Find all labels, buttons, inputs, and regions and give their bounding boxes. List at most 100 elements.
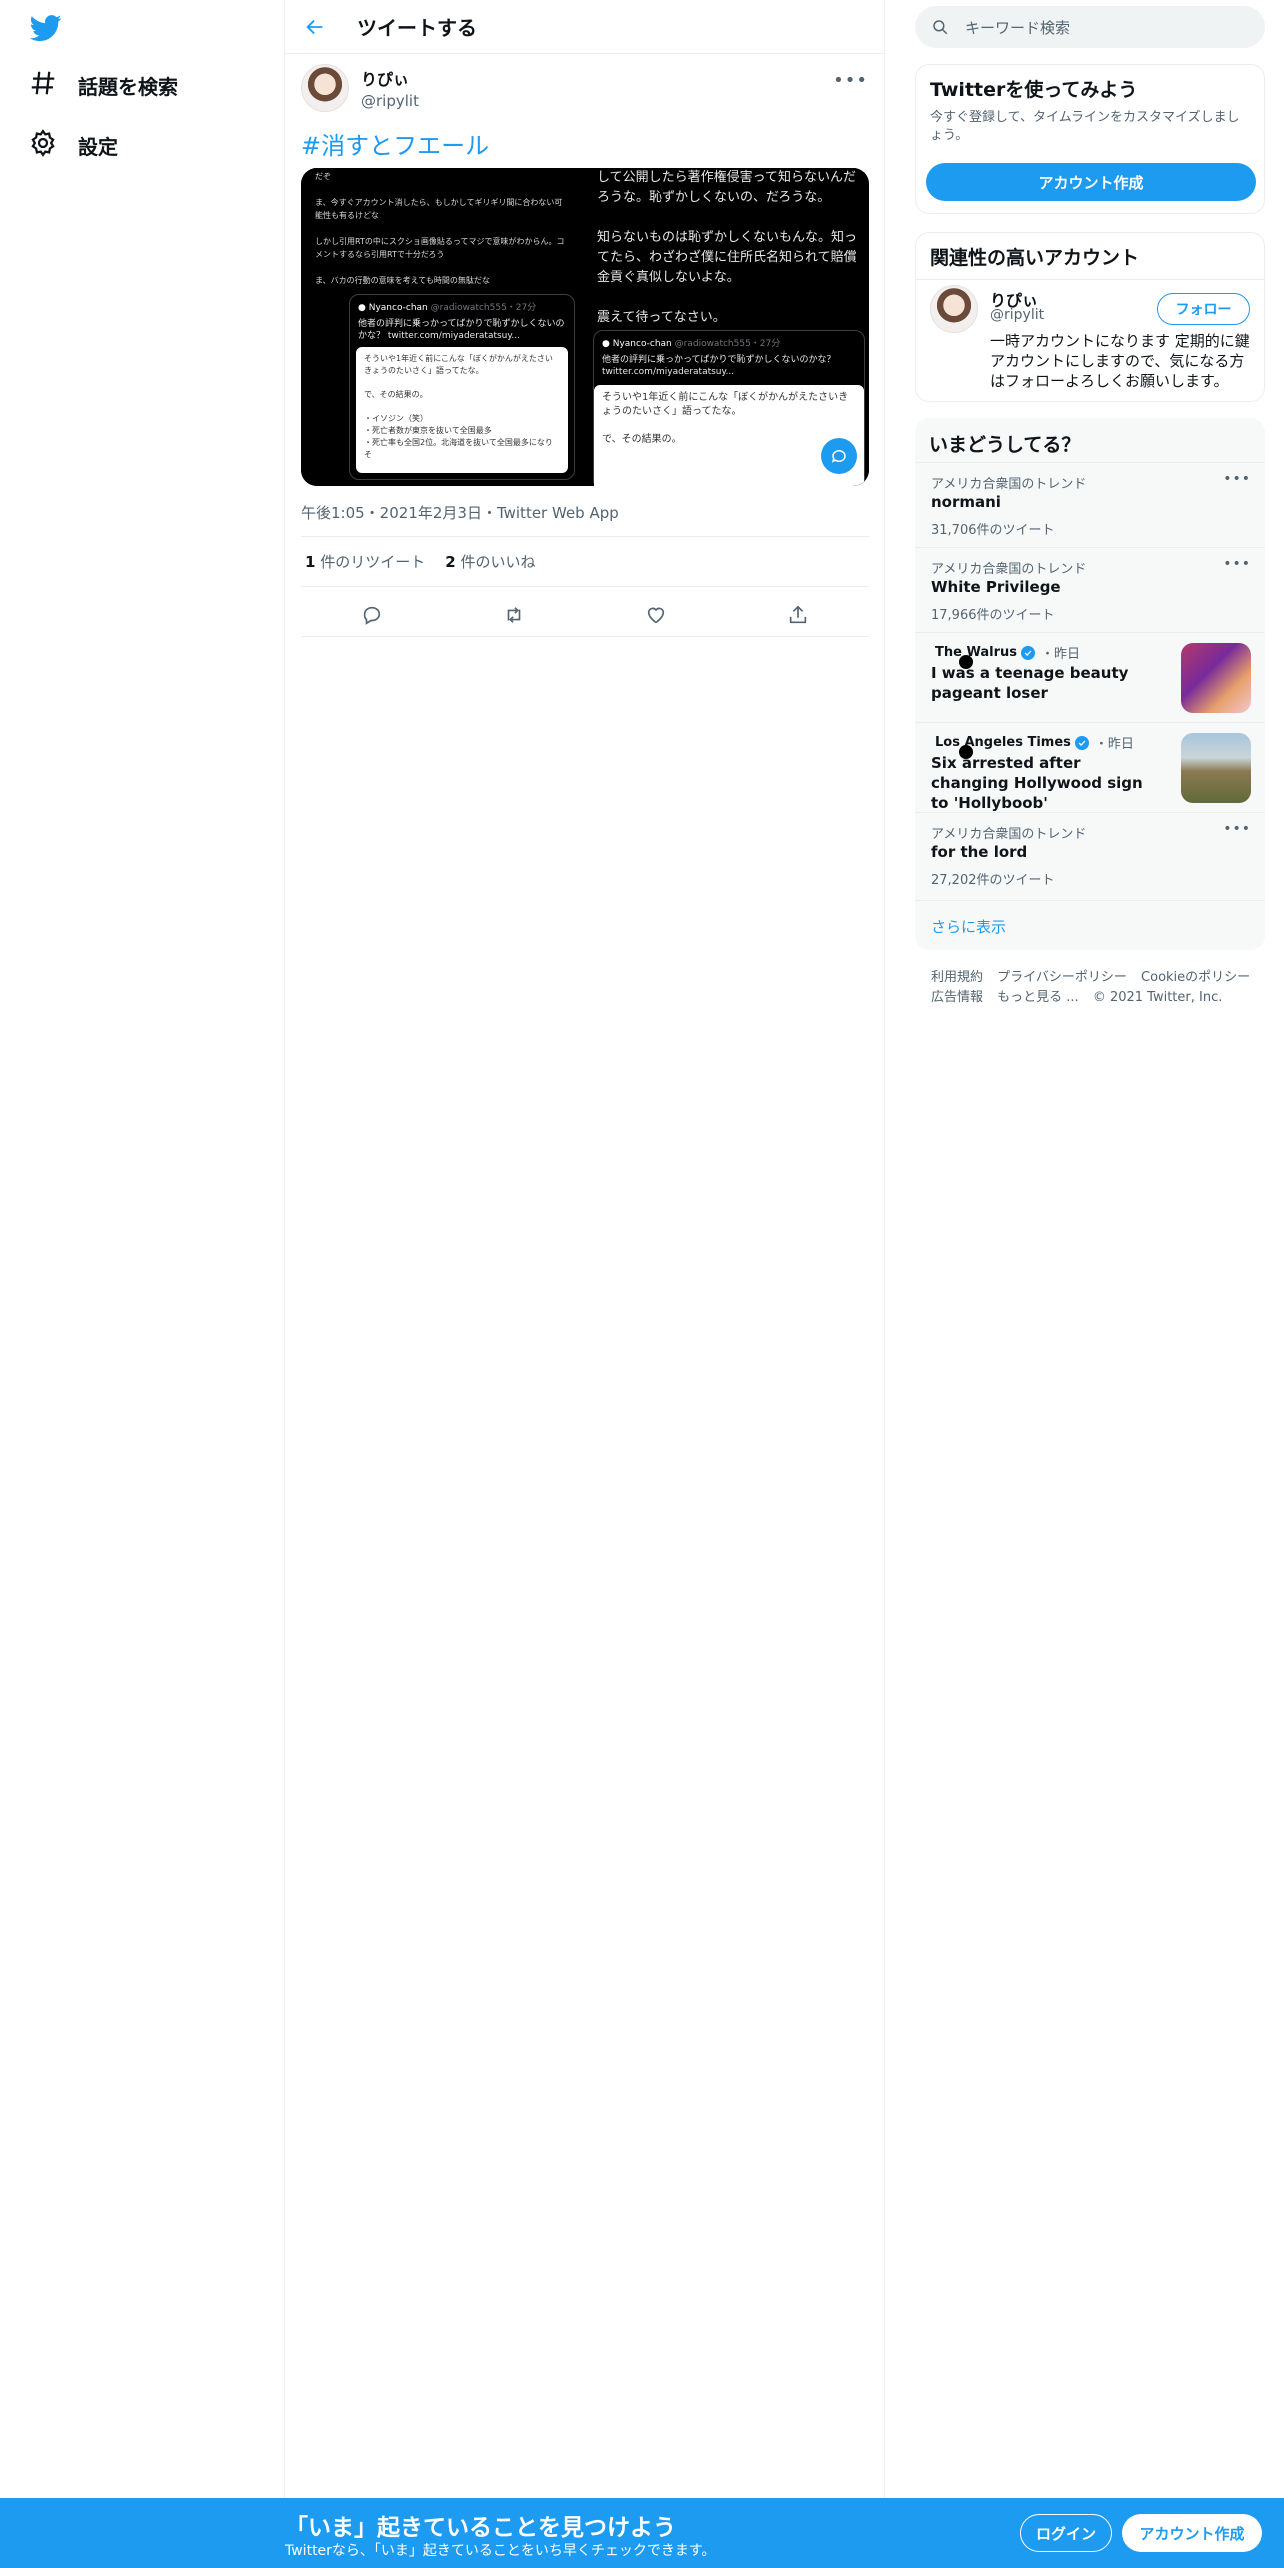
media-left-inner-text: そういや1年近く前にこんな「ぼくがかんがえたさいきょうのたいさく」語ってたな。 … — [356, 347, 568, 473]
news-source: The Walrus — [935, 645, 1017, 660]
tweet-header: ツイートする — [285, 0, 884, 54]
search-input[interactable]: キーワード検索 — [965, 17, 1070, 38]
tweet-stats: 1 件のリツイート 2 件のいいね — [305, 551, 535, 572]
likes-count: 2 — [445, 553, 456, 571]
divider — [915, 900, 1265, 901]
tweet-hashtag[interactable]: #消すとフエール — [301, 126, 489, 161]
nav-settings[interactable]: 設定 — [28, 120, 118, 170]
media-image-right[interactable]: して公開したら著作権侵害って知らないんだろうな。恥ずかしくないの、だろうな。 知… — [587, 168, 869, 486]
avatar[interactable] — [930, 285, 978, 333]
show-more-link[interactable]: さらに表示 — [931, 916, 1006, 937]
media-right-quote-handle: @radiowatch555・27分 — [674, 339, 781, 349]
media-right-text: して公開したら著作権侵害って知らないんだろうな。恥ずかしくないの、だろうな。 知… — [597, 170, 858, 325]
divider — [301, 586, 869, 587]
nav-explore[interactable]: 話題を検索 — [28, 60, 178, 110]
likes-label: 件のいいね — [460, 553, 536, 571]
trend-name: normani — [931, 493, 1001, 511]
related-handle[interactable]: @ripylit — [990, 307, 1044, 323]
related-title: 関連性の高いアカウント — [930, 247, 1140, 269]
gear-icon — [28, 128, 58, 162]
trend-count: 17,966件のツイート — [931, 608, 1055, 623]
bottom-signup-bar: 「いま」起きていることを見つけよう Twitterなら、「いま」起きていることを… — [0, 2498, 1284, 2568]
media-right-quote-name: Nyanco-chan — [612, 339, 672, 349]
likes-stat[interactable]: 2 件のいいね — [445, 551, 535, 572]
news-item[interactable]: Los Angeles Times ・昨日 Six arrested after… — [915, 722, 1265, 812]
page-title: ツイートする — [357, 16, 477, 40]
quote-avatar-icon: ● — [358, 303, 366, 313]
footer-link-privacy[interactable]: プライバシーポリシー — [997, 970, 1127, 985]
news-time: ・昨日 — [1040, 647, 1080, 662]
trend-name: for the lord — [931, 843, 1028, 861]
news-item[interactable]: The Walrus ・昨日 I was a teenage beauty pa… — [915, 632, 1265, 722]
retweets-stat[interactable]: 1 件のリツイート — [305, 551, 425, 572]
footer: 利用規約 プライバシーポリシー Cookieのポリシー 広告情報 もっと見る .… — [931, 968, 1261, 1008]
tweet-author[interactable]: りぴぃ @ripylit — [301, 64, 419, 112]
trend-item[interactable]: アメリカ合衆国のトレンド for the lord 27,202件のツイート •… — [915, 812, 1265, 900]
footer-link-more[interactable]: もっと見る ... — [997, 990, 1079, 1005]
retweets-count: 1 — [305, 553, 316, 571]
trend-count: 31,706件のツイート — [931, 523, 1055, 538]
more-options-icon[interactable]: ••• — [833, 70, 868, 91]
like-button[interactable] — [639, 598, 673, 632]
author-display-name[interactable]: りぴぃ — [361, 66, 419, 90]
retweets-label: 件のリツイート — [320, 553, 426, 571]
back-button[interactable] — [295, 7, 335, 47]
tweet-media[interactable]: だぞ ま、今すぐアカウント消したら、もしかしてギリギリ間に合わない可能性も有るけ… — [301, 168, 869, 486]
speech-bubble-icon[interactable] — [821, 438, 857, 474]
verified-badge-icon — [1074, 735, 1089, 750]
share-button[interactable] — [781, 598, 815, 632]
bottom-bar-headline: 「いま」起きていることを見つけよう — [285, 2515, 676, 2541]
trend-item[interactable]: アメリカ合衆国のトレンド White Privilege 17,966件のツイー… — [915, 547, 1265, 632]
twitter-logo-icon[interactable] — [28, 12, 64, 44]
retweet-button[interactable] — [497, 598, 531, 632]
more-options-icon[interactable]: ••• — [1223, 471, 1251, 487]
media-left-quote-text: 他者の評判に乗っかってばかりで恥ずかしくないのかな？ twitter.com/m… — [358, 319, 565, 341]
tweet-actions — [301, 598, 869, 632]
trends-title: いまどうしてる？ — [929, 434, 1081, 456]
search-icon — [933, 20, 948, 35]
nav-settings-label: 設定 — [78, 134, 118, 159]
more-options-icon[interactable]: ••• — [1223, 556, 1251, 572]
media-image-left[interactable]: だぞ ま、今すぐアカウント消したら、もしかしてギリギリ間に合わない可能性も有るけ… — [301, 168, 583, 486]
login-button[interactable]: ログイン — [1020, 2514, 1112, 2552]
nav-explore-label: 話題を検索 — [78, 74, 178, 99]
follow-button[interactable]: フォロー — [1157, 293, 1250, 325]
signup-button[interactable]: アカウント作成 — [1122, 2514, 1262, 2552]
media-left-text: だぞ ま、今すぐアカウント消したら、もしかしてギリギリ間に合わない可能性も有るけ… — [315, 172, 565, 285]
media-left-quote-name: Nyanco-chan — [368, 303, 428, 313]
related-bio: 一時アカウントになります 定期的に鍵アカウントにしますので、気になる方はフォロー… — [990, 332, 1250, 390]
more-options-icon[interactable]: ••• — [1223, 821, 1251, 837]
search-box[interactable]: キーワード検索 — [915, 6, 1265, 48]
media-right-quote-text: 他者の評判に乗っかってばかりで恥ずかしくないのかな？ twitter.com/m… — [602, 355, 836, 377]
create-account-button[interactable]: アカウント作成 — [926, 163, 1256, 201]
reply-button[interactable] — [355, 598, 389, 632]
news-source: Los Angeles Times — [935, 735, 1071, 750]
share-icon — [789, 605, 807, 624]
news-headline: I was a teenage beauty pageant loser — [931, 664, 1129, 702]
footer-copyright: © 2021 Twitter, Inc. — [1092, 990, 1223, 1005]
footer-link-cookies[interactable]: Cookieのポリシー — [1141, 970, 1250, 985]
news-headline: Six arrested after changing Hollywood si… — [931, 754, 1143, 812]
related-accounts-panel: 関連性の高いアカウント りぴぃ @ripylit フォロー 一時アカウントになり… — [915, 232, 1265, 402]
footer-link-terms[interactable]: 利用規約 — [931, 970, 983, 985]
news-thumbnail — [1181, 733, 1251, 803]
verified-badge-icon — [1020, 645, 1035, 660]
reply-icon — [363, 606, 381, 625]
author-handle[interactable]: @ripylit — [361, 92, 419, 110]
divider — [916, 279, 1264, 280]
signup-title: Twitterを使ってみよう — [930, 79, 1138, 101]
trend-item[interactable]: アメリカ合衆国のトレンド normani 31,706件のツイート ••• — [915, 462, 1265, 547]
arrow-left-icon — [306, 19, 323, 34]
retweet-icon — [507, 607, 521, 623]
signup-panel: Twitterを使ってみよう 今すぐ登録して、タイムラインをカスタマイズしましょ… — [915, 64, 1265, 214]
trend-category: アメリカ合衆国のトレンド — [931, 562, 1087, 577]
tweet-timestamp[interactable]: 午後1:05・2021年2月3日・Twitter Web App — [301, 502, 619, 523]
heart-icon — [647, 607, 665, 624]
tweet-column: ツイートする りぴぃ @ripylit ••• #消すとフエール だぞ ま、今す… — [285, 0, 885, 2498]
avatar[interactable] — [301, 64, 349, 112]
footer-link-ads[interactable]: 広告情報 — [931, 990, 983, 1005]
news-thumbnail — [1181, 643, 1251, 713]
trend-category: アメリカ合衆国のトレンド — [931, 477, 1087, 492]
trend-category: アメリカ合衆国のトレンド — [931, 827, 1087, 842]
quote-avatar-icon: ● — [602, 339, 610, 349]
